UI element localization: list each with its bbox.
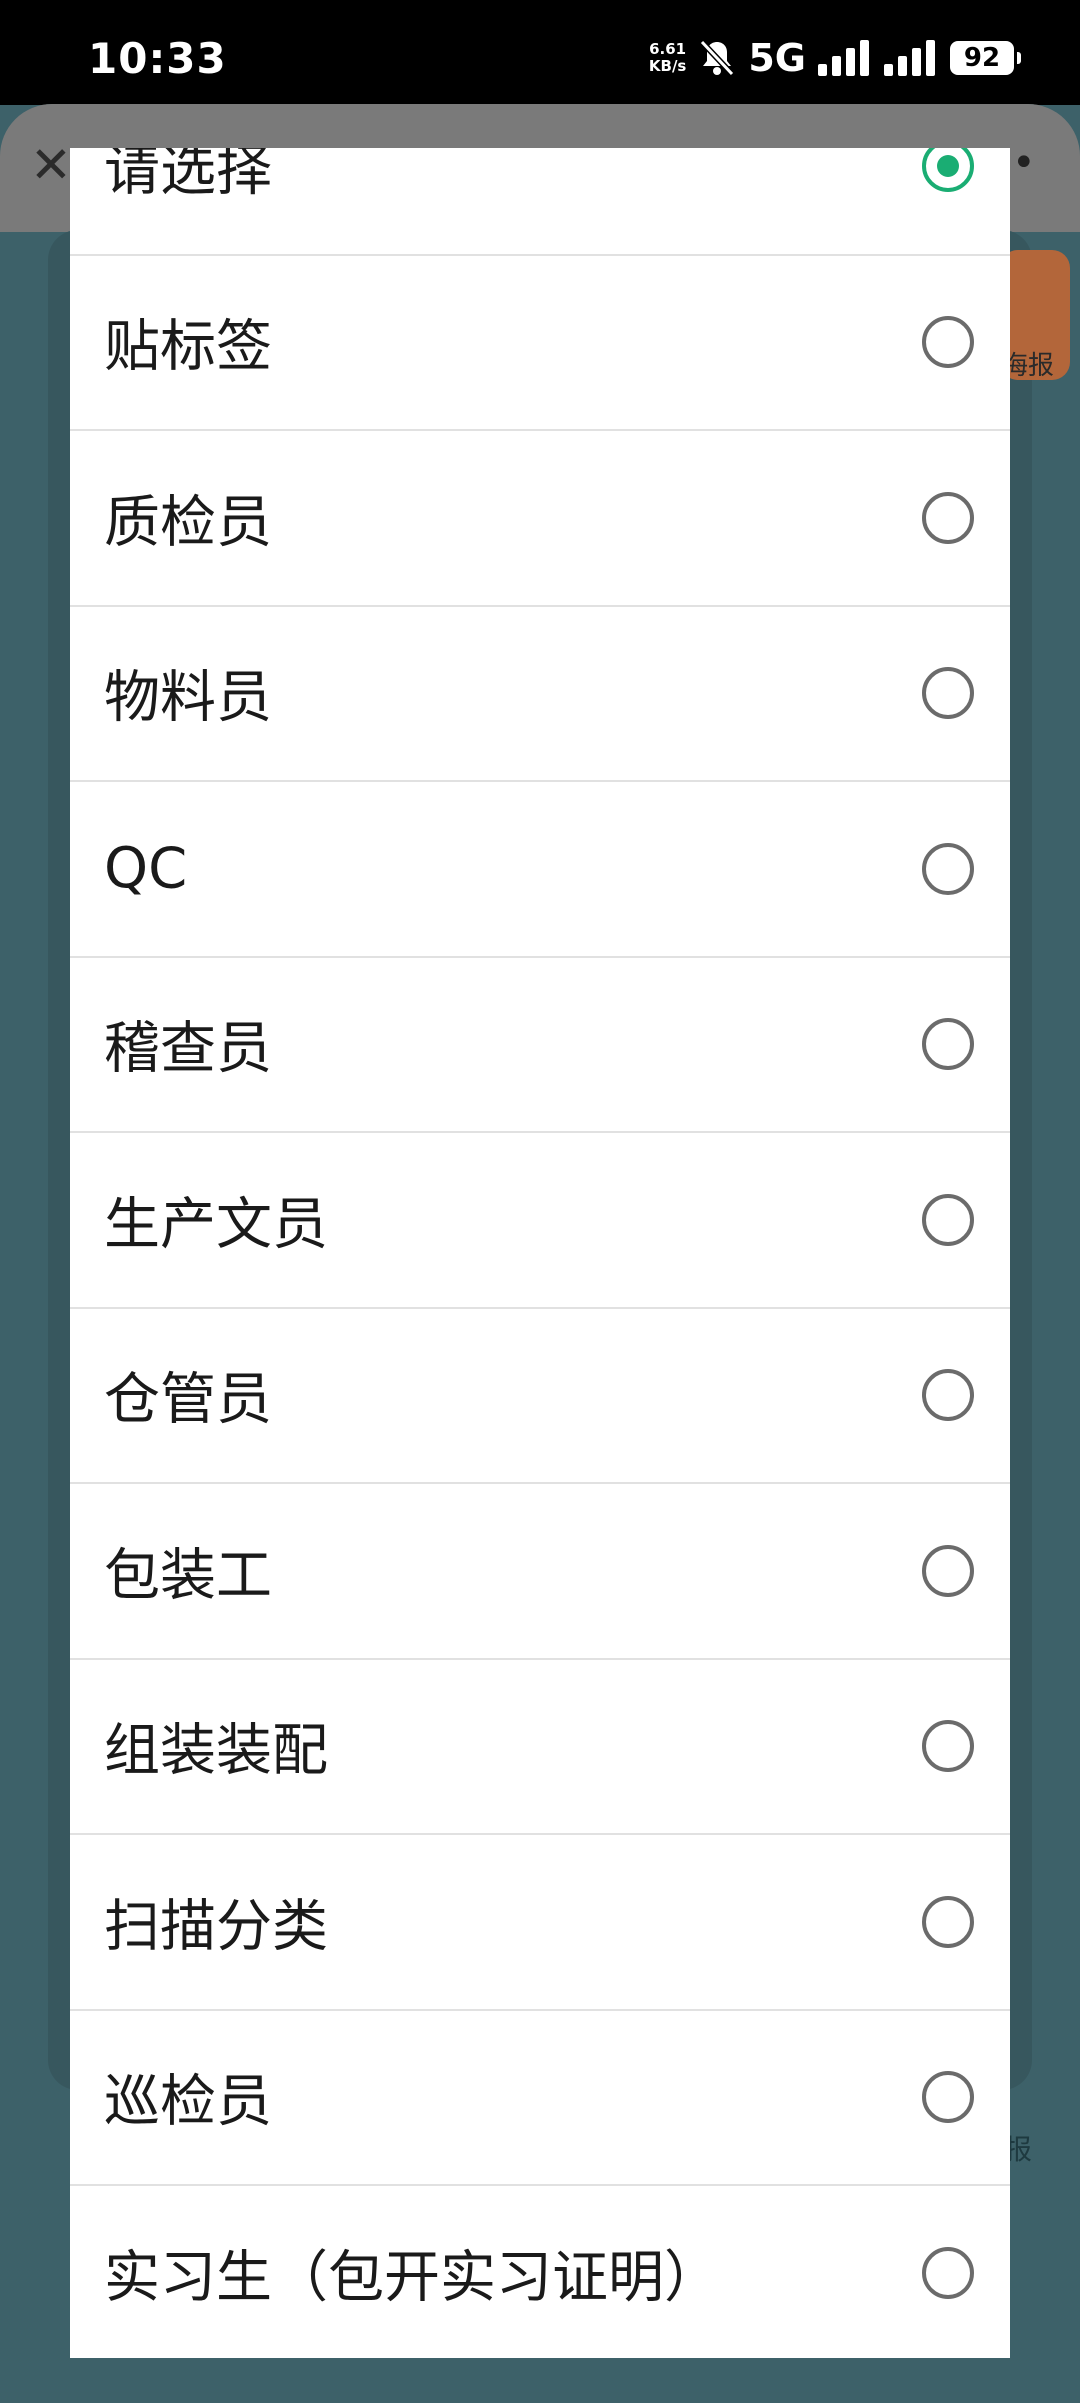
radio-unchecked-icon[interactable]	[922, 1193, 974, 1246]
option-item[interactable]: 稽查员	[70, 955, 1010, 1131]
battery-level: 92	[950, 41, 1021, 75]
option-item[interactable]: 实习生（包开实习证明）	[70, 2184, 1010, 2358]
option-label: 包装工	[104, 1543, 272, 1608]
option-label: 贴标签	[104, 314, 272, 380]
status-icons: 6.61 KB/s 5G 92	[649, 36, 1021, 80]
mute-bell-icon	[700, 39, 735, 77]
option-item[interactable]: 包装工	[70, 1482, 1010, 1657]
radio-unchecked-icon[interactable]	[922, 667, 974, 719]
option-item[interactable]: 贴标签	[70, 253, 1010, 429]
network-type: 5G	[748, 36, 806, 80]
option-label: 质检员	[104, 490, 272, 555]
radio-unchecked-icon[interactable]	[922, 842, 974, 895]
option-picker: 请选择贴标签质检员物料员 QC 稽查员生产文员仓管员包装工组装装配扫描分类巡检员实习…	[70, 148, 1010, 2358]
signal-icon	[818, 40, 869, 76]
option-label: 组装装配	[104, 1718, 328, 1784]
option-item[interactable]: 请选择	[70, 148, 1010, 253]
radio-unchecked-icon[interactable]	[922, 1720, 974, 1772]
radio-unchecked-icon[interactable]	[922, 1895, 974, 1948]
network-speed-unit: KB/s	[648, 57, 687, 75]
radio-checked-icon[interactable]	[922, 148, 974, 192]
option-label: 巡检员	[104, 2069, 272, 2135]
option-item[interactable]: 仓管员	[70, 1306, 1010, 1482]
radio-unchecked-icon[interactable]	[922, 1544, 974, 1597]
option-item[interactable]: 扫描分类	[70, 1833, 1010, 2008]
radio-unchecked-icon[interactable]	[922, 2071, 974, 2123]
option-item[interactable]: 质检员	[70, 429, 1010, 604]
option-label: 仓管员	[104, 1367, 272, 1433]
option-item[interactable]: 组装装配	[70, 1657, 1010, 1833]
option-item[interactable]: 物料员	[70, 604, 1010, 780]
radio-unchecked-icon[interactable]	[922, 2246, 974, 2299]
option-item[interactable]: 生产文员	[70, 1131, 1010, 1306]
option-label: 实习生（包开实习证明）	[104, 2245, 720, 2310]
signal-icon-secondary	[884, 40, 935, 76]
radio-unchecked-icon[interactable]	[922, 1369, 974, 1421]
network-speed: 6.61 KB/s	[649, 41, 686, 75]
option-label: 物料员	[104, 665, 272, 731]
radio-unchecked-icon[interactable]	[922, 491, 974, 544]
status-time: 10:33	[88, 34, 227, 83]
radio-unchecked-icon[interactable]	[922, 1018, 974, 1070]
option-label: 请选择	[104, 148, 272, 203]
option-label: QC	[104, 836, 188, 901]
network-speed-value: 6.61	[649, 40, 687, 58]
option-label: 生产文员	[104, 1192, 328, 1257]
option-item[interactable]: 巡检员	[70, 2008, 1010, 2184]
radio-unchecked-icon[interactable]	[922, 316, 974, 368]
close-icon[interactable]: ✕	[30, 140, 72, 190]
option-item[interactable]: QC	[70, 780, 1010, 955]
option-label: 稽查员	[104, 1016, 272, 1082]
status-bar: 10:33 6.61 KB/s 5G 92	[0, 0, 1080, 105]
option-label: 扫描分类	[104, 1894, 328, 1959]
more-icon[interactable]: •	[1012, 140, 1036, 186]
